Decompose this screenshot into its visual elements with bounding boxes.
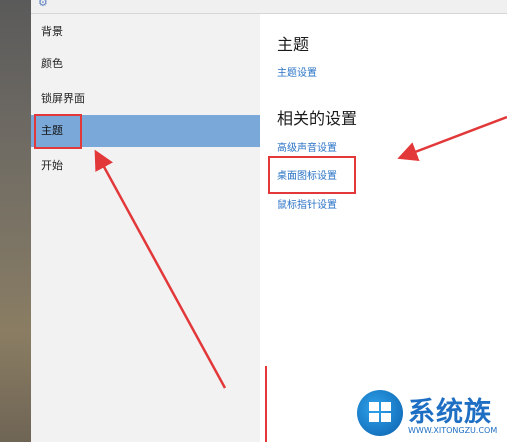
windows-logo-icon bbox=[357, 390, 403, 436]
annotation-arrows bbox=[94, 115, 507, 389]
watermark-logo: 系统族 WWW.XITONGZU.COM bbox=[357, 388, 507, 442]
arrow-to-themes bbox=[94, 149, 227, 389]
arrow-to-desktop-icons bbox=[397, 115, 507, 162]
watermark-url: WWW.XITONGZU.COM bbox=[408, 426, 498, 435]
watermark-brand: 系统族 bbox=[408, 397, 492, 428]
